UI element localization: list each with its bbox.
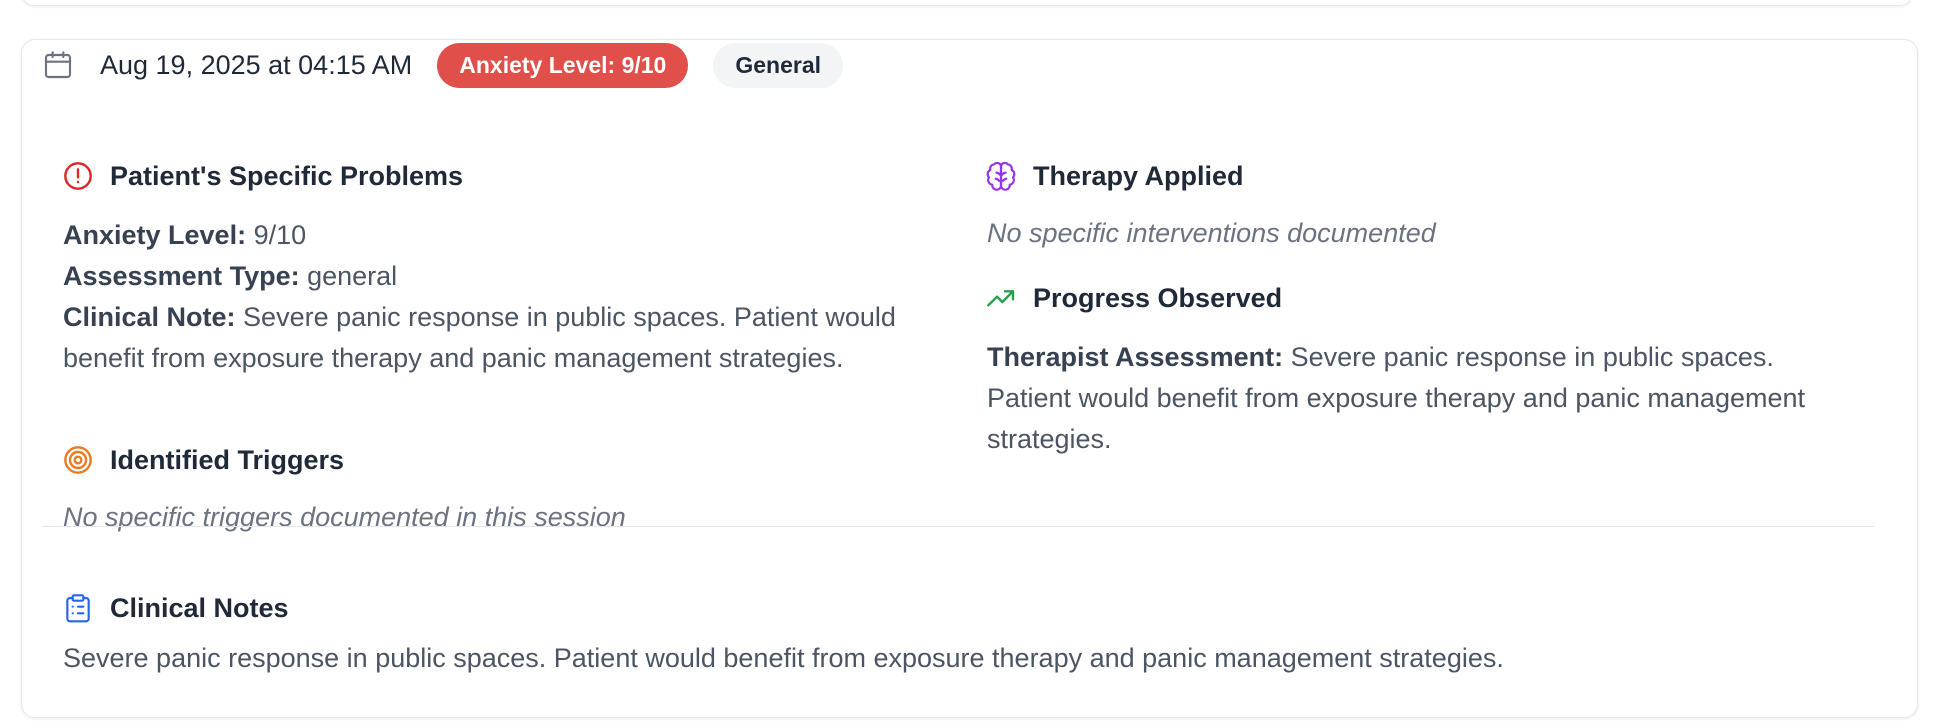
triggers-empty-text: No specific triggers documented in this … (63, 502, 626, 532)
alert-circle-icon (62, 160, 94, 192)
calendar-icon (42, 49, 74, 81)
clinical-notes-title-text: Clinical Notes (110, 592, 289, 623)
previous-session-card (21, 0, 1913, 6)
progress-title-text: Progress Observed (1033, 282, 1283, 313)
assessment-type-value: general (307, 261, 398, 291)
clinical-note-label: Clinical Note: (63, 302, 236, 332)
anxiety-level-badge: Anxiety Level: 9/10 (437, 42, 689, 88)
therapy-section-title: Therapy Applied (985, 160, 1244, 192)
problems-details: Anxiety Level: 9/10 Assessment Type: gen… (63, 215, 923, 379)
therapy-empty-text: No specific interventions documented (987, 218, 1436, 248)
target-icon (62, 444, 94, 476)
category-badge: General (713, 42, 844, 88)
triggers-title-text: Identified Triggers (110, 444, 345, 475)
assessment-type-row: Assessment Type: general (63, 256, 923, 297)
triggers-section-title: Identified Triggers (62, 444, 344, 476)
trending-up-icon (985, 282, 1017, 314)
session-date: Aug 19, 2025 at 04:15 AM (100, 49, 413, 80)
clinical-notes-section-title: Clinical Notes (62, 592, 289, 624)
clinical-notes-text: Severe panic response in public spaces. … (63, 643, 1504, 673)
section-divider (42, 526, 1874, 527)
brain-icon (985, 160, 1017, 192)
anxiety-level-value: 9/10 (253, 220, 307, 250)
problems-section-title: Patient's Specific Problems (62, 160, 463, 192)
clipboard-list-icon (62, 592, 94, 624)
anxiety-level-label: Anxiety Level: (63, 220, 247, 250)
therapist-assessment-label: Therapist Assessment: (987, 342, 1284, 372)
progress-section-title: Progress Observed (985, 282, 1282, 314)
therapy-title-text: Therapy Applied (1033, 160, 1244, 191)
progress-details: Therapist Assessment: Severe panic respo… (987, 337, 1847, 460)
problems-title-text: Patient's Specific Problems (110, 160, 464, 191)
assessment-type-label: Assessment Type: (63, 261, 300, 291)
anxiety-level-row: Anxiety Level: 9/10 (63, 215, 923, 256)
session-header: Aug 19, 2025 at 04:15 AM Anxiety Level: … (42, 42, 844, 88)
clinical-note-row: Clinical Note: Severe panic response in … (63, 297, 923, 379)
